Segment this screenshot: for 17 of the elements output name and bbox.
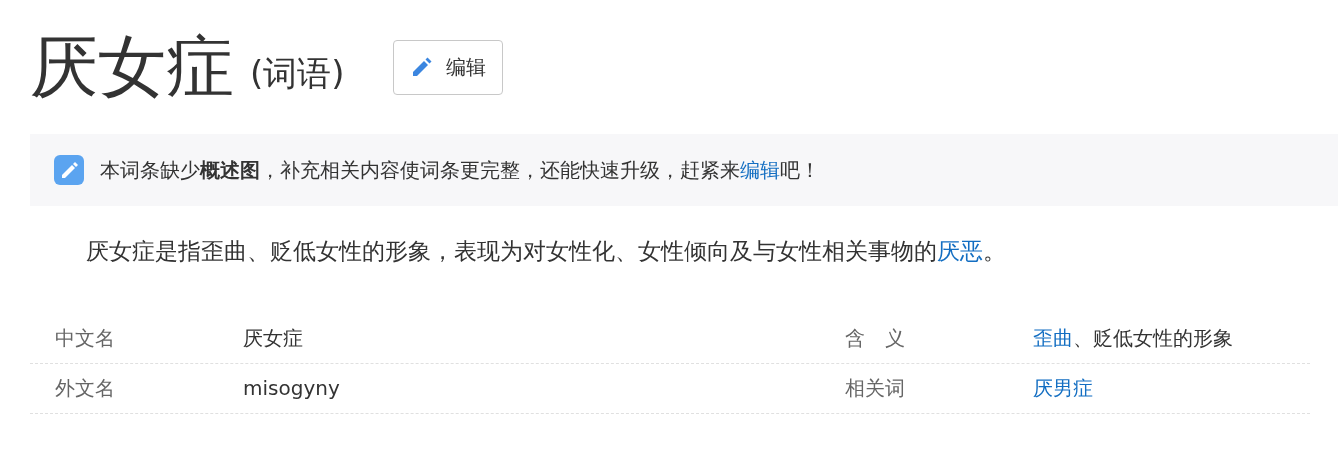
summary-text: 厌女症是指歪曲、贬低女性的形象，表现为对女性化、女性倾向及与女性相关事物的厌恶。 [85,237,1007,266]
page-subtitle: (词语) [250,51,345,95]
term-link[interactable]: 厌恶 [937,238,983,264]
value-link[interactable]: 歪曲 [1033,326,1073,350]
info-label: 含 义 [845,326,905,350]
pencil-icon [54,155,84,185]
info-value: 、贬低女性的形象 [1073,326,1233,350]
edit-link[interactable]: 编辑 [740,158,780,182]
notice-text: 本词条缺少概述图，补充相关内容使词条更完整，还能快速升级，赶紧来编辑吧！ [100,157,820,184]
info-label: 中文名 [55,326,115,350]
info-value: misogyny [243,376,340,400]
page-title: 厌女症 [30,33,234,101]
info-label: 外文名 [55,376,115,400]
info-value: 厌女症 [243,326,303,350]
value-link[interactable]: 厌男症 [1033,376,1093,400]
info-label: 相关词 [845,376,905,400]
edit-button[interactable]: 编辑 [392,39,503,95]
